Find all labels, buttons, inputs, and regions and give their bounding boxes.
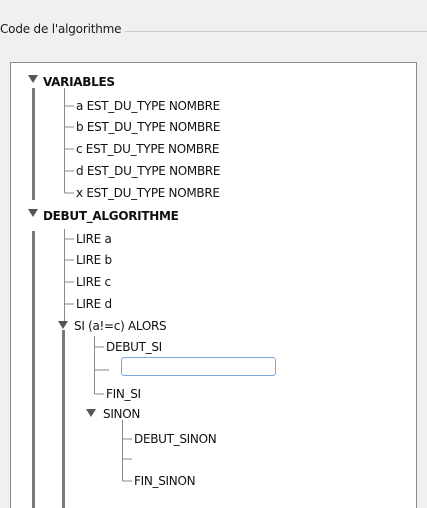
tree-node-fin-si[interactable]: FIN_SI xyxy=(106,387,141,401)
algorithm-tree-panel[interactable]: VARIABLES a EST_DU_TYPE NOMBRE b EST_DU_… xyxy=(10,62,417,508)
tree-node-var-c[interactable]: c EST_DU_TYPE NOMBRE xyxy=(76,142,219,156)
tree-node-debut-algorithme[interactable]: DEBUT_ALGORITHME xyxy=(43,209,179,223)
collapse-debut-algorithme-icon[interactable] xyxy=(28,209,38,217)
tree-node-sinon[interactable]: SINON xyxy=(103,407,140,421)
collapse-variables-icon[interactable] xyxy=(28,75,38,83)
tree-node-var-a[interactable]: a EST_DU_TYPE NOMBRE xyxy=(76,99,220,113)
tree-node-lire-a[interactable]: LIRE a xyxy=(76,232,112,246)
tree-node-var-d[interactable]: d EST_DU_TYPE NOMBRE xyxy=(76,164,221,178)
collapse-sinon-icon[interactable] xyxy=(86,409,96,417)
tree-node-lire-b[interactable]: LIRE b xyxy=(76,253,112,267)
tree-node-var-b[interactable]: b EST_DU_TYPE NOMBRE xyxy=(76,120,221,134)
tree-node-lire-c[interactable]: LIRE c xyxy=(76,275,111,289)
tree-node-debut-si[interactable]: DEBUT_SI xyxy=(106,340,162,354)
tree-node-lire-d[interactable]: LIRE d xyxy=(76,297,112,311)
group-box-title: Code de l'algorithme xyxy=(0,22,126,36)
collapse-si-icon[interactable] xyxy=(58,321,68,329)
tree-node-fin-sinon[interactable]: FIN_SINON xyxy=(134,474,196,488)
tree-node-edit-field[interactable] xyxy=(121,357,276,376)
tree-node-var-x[interactable]: x EST_DU_TYPE NOMBRE xyxy=(76,186,220,200)
tree-node-si[interactable]: SI (a!=c) ALORS xyxy=(74,319,167,333)
tree-node-variables[interactable]: VARIABLES xyxy=(43,75,115,89)
tree-node-debut-sinon[interactable]: DEBUT_SINON xyxy=(134,432,217,446)
